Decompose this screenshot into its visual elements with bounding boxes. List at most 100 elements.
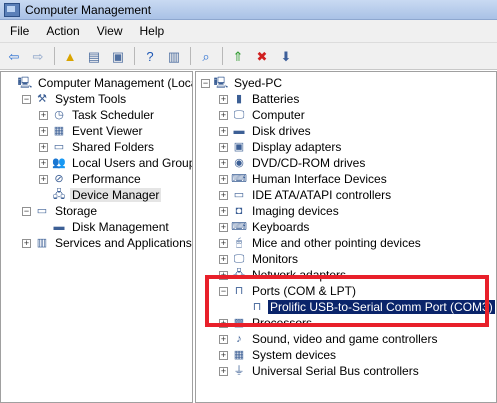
- expand-icon[interactable]: +: [219, 334, 228, 344]
- tree-item[interactable]: + ▩ Processors: [219, 315, 314, 331]
- tree-item[interactable]: + ▭ Shared Folders: [39, 139, 156, 155]
- title-bar: Computer Management: [0, 0, 497, 20]
- collapse-icon[interactable]: −: [219, 286, 228, 296]
- up-folder-icon[interactable]: ▲: [60, 46, 80, 66]
- help-icon[interactable]: ?: [140, 46, 160, 66]
- tree-item[interactable]: + ▭ IDE ATA/ATAPI controllers: [219, 187, 393, 203]
- expand-icon[interactable]: +: [219, 318, 228, 328]
- tree-item[interactable]: + 🖰 Mice and other pointing devices: [219, 235, 423, 251]
- tree-item[interactable]: 🖧 Device Manager: [39, 187, 162, 203]
- menu-bar: File Action View Help: [0, 20, 497, 43]
- tree-item[interactable]: + ⌨ Keyboards: [219, 219, 311, 235]
- expand-icon[interactable]: +: [219, 174, 228, 184]
- expand-icon[interactable]: +: [219, 126, 228, 136]
- tree-item[interactable]: ▬ Disk Management: [39, 219, 171, 235]
- show-hide-tree-icon[interactable]: ▤: [84, 46, 104, 66]
- tree-item-label: Local Users and Groups: [72, 156, 193, 170]
- battery-icon: ▮: [235, 92, 243, 105]
- tree-item[interactable]: + ▬ Disk drives: [219, 123, 313, 139]
- toolbar: ⇦ ⇨ ▲ ▤ ▣? ▥ ⌕ ⇑ ✖ ⬇: [0, 43, 497, 70]
- action-pane-icon[interactable]: ▥: [164, 46, 184, 66]
- ide-controller-icon: ▭: [233, 188, 245, 201]
- tree-item[interactable]: + 🖵 Monitors: [219, 251, 300, 267]
- toolbar-separator: [222, 47, 223, 65]
- tree-item[interactable]: − 🖳 Syed-PC: [201, 75, 284, 91]
- expand-icon[interactable]: +: [219, 142, 228, 152]
- tree-item[interactable]: − ▭ Storage: [22, 203, 99, 219]
- tree-item[interactable]: − ⊓ Ports (COM & LPT): [219, 283, 358, 299]
- expand-icon[interactable]: +: [39, 126, 48, 136]
- expand-icon[interactable]: +: [219, 206, 228, 216]
- tree-item[interactable]: + ◷ Task Scheduler: [39, 107, 156, 123]
- tree-item[interactable]: + ⊘ Performance: [39, 171, 143, 187]
- computer-management-icon: [4, 2, 20, 17]
- expand-icon[interactable]: +: [219, 222, 228, 232]
- collapse-icon[interactable]: −: [201, 78, 210, 88]
- tree-item[interactable]: ⊓ Prolific USB-to-Serial Comm Port (COM3): [237, 299, 495, 315]
- uninstall-icon[interactable]: ✖: [252, 46, 272, 66]
- disable-device-icon[interactable]: ⬇: [276, 46, 296, 66]
- expand-icon[interactable]: +: [219, 238, 228, 248]
- tree-item[interactable]: + ▦ Event Viewer: [39, 123, 144, 139]
- tree-item[interactable]: + ◘ Imaging devices: [219, 203, 341, 219]
- scan-hardware-icon[interactable]: ⌕: [196, 46, 216, 66]
- tree-item[interactable]: + ⏚ Universal Serial Bus controllers: [219, 363, 421, 379]
- expand-icon[interactable]: +: [39, 174, 48, 184]
- tree-item[interactable]: + ⌨ Human Interface Devices: [219, 171, 389, 187]
- collapse-icon[interactable]: −: [22, 206, 31, 216]
- tree-item-label: Processors: [252, 316, 313, 330]
- port-icon: ⊓: [252, 300, 262, 313]
- expand-icon[interactable]: +: [219, 270, 228, 280]
- expand-icon[interactable]: +: [219, 94, 228, 104]
- tree-item-label: Storage: [55, 204, 98, 218]
- menu-file[interactable]: File: [3, 24, 36, 38]
- collapse-icon[interactable]: −: [22, 94, 31, 104]
- shared-folder-icon: ▭: [53, 140, 65, 153]
- expand-icon[interactable]: +: [22, 238, 31, 248]
- tree-item[interactable]: + ♪ Sound, video and game controllers: [219, 331, 439, 347]
- tree-item[interactable]: − ⚒ System Tools: [22, 91, 128, 107]
- properties-icon[interactable]: ▣: [108, 46, 128, 66]
- performance-icon: ⊘: [54, 172, 64, 185]
- disk-drive-icon: ▬: [233, 124, 245, 137]
- device-manager-icon: 🖧: [52, 188, 66, 201]
- expand-icon[interactable]: +: [219, 110, 228, 120]
- menu-view[interactable]: View: [90, 24, 130, 38]
- menu-action[interactable]: Action: [39, 24, 86, 38]
- expand-icon[interactable]: +: [39, 142, 48, 152]
- window-title: Computer Management: [25, 2, 152, 17]
- tree-item[interactable]: + ▮ Batteries: [219, 91, 301, 107]
- tree-item[interactable]: + 🖵 Computer: [219, 107, 307, 123]
- tree-item[interactable]: + 👥 Local Users and Groups: [39, 155, 193, 171]
- menu-help[interactable]: Help: [133, 24, 172, 38]
- clock-icon: ◷: [54, 108, 64, 121]
- tree-item[interactable]: 🖳 Computer Management (Local): [5, 75, 192, 91]
- expand-icon[interactable]: +: [219, 190, 228, 200]
- console-tree-pane[interactable]: 🖳 Computer Management (Local) − ⚒ System Too…: [0, 71, 193, 403]
- tree-item[interactable]: + ▣ Display adapters: [219, 139, 343, 155]
- expand-icon[interactable]: +: [219, 254, 228, 264]
- tree-item-label: Disk Management: [72, 220, 169, 234]
- computer-management-icon: 🖳: [17, 76, 33, 89]
- tree-item-label: Disk drives: [252, 124, 311, 138]
- tree-item[interactable]: + ▥ Services and Applications: [22, 235, 192, 251]
- expand-icon[interactable]: +: [219, 350, 228, 360]
- expand-icon[interactable]: +: [39, 110, 48, 120]
- expand-icon[interactable]: +: [219, 366, 228, 376]
- back-arrow-icon[interactable]: ⇦: [4, 46, 24, 66]
- tree-item[interactable]: + 🖧 Network adapters: [219, 267, 348, 283]
- tree-item-label: Human Interface Devices: [252, 172, 387, 186]
- tools-icon: ⚒: [37, 92, 47, 105]
- forward-arrow-icon[interactable]: ⇨: [28, 46, 48, 66]
- expand-icon[interactable]: +: [219, 158, 228, 168]
- update-driver-icon[interactable]: ⇑: [228, 46, 248, 66]
- tree-item-label: Shared Folders: [72, 140, 155, 154]
- tree-item[interactable]: + ▦ System devices: [219, 347, 338, 363]
- tree-item-label: Services and Applications: [55, 236, 192, 250]
- device-tree-pane[interactable]: − 🖳 Syed-PC + ▮ Batteries + 🖵 Computer + ▬ Disk dri…: [195, 71, 497, 403]
- expand-icon[interactable]: +: [39, 158, 48, 168]
- tree-item[interactable]: + ◉ DVD/CD-ROM drives: [219, 155, 367, 171]
- tree-item-label: DVD/CD-ROM drives: [252, 156, 366, 170]
